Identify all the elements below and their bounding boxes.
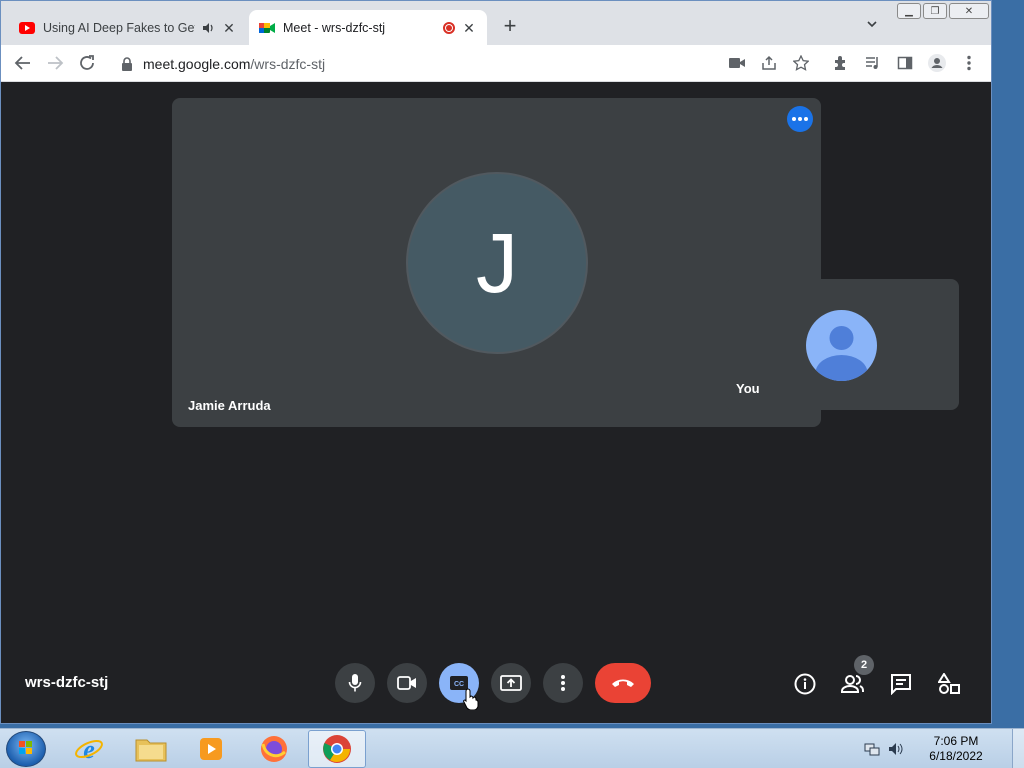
- browser-toolbar: meet.google.com/wrs-dzfc-stj: [1, 45, 991, 82]
- media-control-icon[interactable]: [864, 54, 882, 72]
- system-tray: 7:06 PM 6/18/2022: [864, 729, 1024, 768]
- camera-icon: [397, 676, 416, 690]
- minimize-button[interactable]: ▁: [897, 3, 921, 19]
- clock-time: 7:06 PM: [933, 734, 979, 748]
- side-panel-icon[interactable]: [896, 54, 914, 72]
- show-desktop-button[interactable]: [1012, 729, 1024, 768]
- google-meet-icon: [259, 20, 275, 36]
- menu-kebab-icon[interactable]: [960, 54, 978, 72]
- share-icon[interactable]: [760, 54, 778, 72]
- tab-meet[interactable]: Meet - wrs-dzfc-stj ✕: [249, 10, 487, 45]
- self-avatar-icon: [806, 310, 877, 381]
- svg-text:e: e: [83, 735, 95, 764]
- clock-date: 6/18/2022: [929, 749, 983, 763]
- start-button[interactable]: [6, 731, 46, 767]
- tab-title: Using AI Deep Fakes to Get F: [43, 20, 195, 35]
- url-path: /wrs-dzfc-stj: [250, 56, 326, 72]
- address-bar[interactable]: meet.google.com/wrs-dzfc-stj: [109, 50, 809, 78]
- microphone-icon: [348, 674, 362, 692]
- tab-title: Meet - wrs-dzfc-stj: [283, 20, 386, 35]
- tab-youtube[interactable]: Using AI Deep Fakes to Get F ✕: [9, 10, 247, 45]
- activities-button[interactable]: [936, 671, 962, 697]
- profile-icon[interactable]: [928, 54, 946, 72]
- more-vert-icon: [561, 675, 565, 691]
- participant-name: Jamie Arruda: [188, 398, 271, 413]
- camera-button[interactable]: [387, 663, 427, 703]
- chrome-icon[interactable]: [308, 730, 366, 768]
- forward-icon[interactable]: [45, 53, 65, 73]
- volume-icon[interactable]: [888, 741, 904, 757]
- info-icon: [794, 673, 816, 695]
- more-options-button[interactable]: [543, 663, 583, 703]
- tile-more-options-button[interactable]: [787, 106, 813, 132]
- url-host: meet.google.com: [143, 56, 251, 72]
- meeting-code: wrs-dzfc-stj: [25, 674, 109, 691]
- hangup-icon: [612, 679, 634, 687]
- participant-tile-self[interactable]: You: [725, 279, 959, 410]
- participant-avatar: J: [408, 174, 586, 352]
- media-player-icon[interactable]: [182, 730, 240, 768]
- present-icon: [500, 675, 522, 691]
- chat-icon: [891, 674, 911, 695]
- meeting-info-button[interactable]: [792, 671, 818, 697]
- recording-indicator-icon: [443, 21, 455, 34]
- network-icon[interactable]: [864, 741, 880, 757]
- taskbar: e 7:06 PM 6/18/2022: [0, 728, 1024, 768]
- reload-icon[interactable]: [77, 53, 97, 73]
- windows-logo-icon: [19, 741, 32, 754]
- close-tab-icon[interactable]: ✕: [461, 20, 477, 36]
- tab-strip: Using AI Deep Fakes to Get F ✕ Meet - wr…: [1, 1, 991, 45]
- present-button[interactable]: [491, 663, 531, 703]
- firefox-icon[interactable]: [245, 730, 303, 768]
- browser-window: Using AI Deep Fakes to Get F ✕ Meet - wr…: [0, 0, 992, 724]
- participant-tile-main[interactable]: J Jamie Arruda: [172, 98, 821, 427]
- back-icon[interactable]: [13, 53, 33, 73]
- window-close-button[interactable]: ✕: [949, 3, 989, 19]
- leave-call-button[interactable]: [595, 663, 651, 703]
- close-tab-icon[interactable]: ✕: [221, 20, 237, 36]
- self-name: You: [736, 381, 760, 396]
- bookmark-star-icon[interactable]: [792, 54, 810, 72]
- clock[interactable]: 7:06 PM 6/18/2022: [912, 734, 1000, 764]
- microphone-button[interactable]: [335, 663, 375, 703]
- mouse-pointer-icon: [463, 688, 479, 711]
- participant-count-badge: 2: [854, 655, 874, 675]
- speaker-icon[interactable]: [201, 21, 215, 35]
- extensions-icon[interactable]: [832, 54, 850, 72]
- meet-stage: J Jamie Arruda You wrs-dzfc-stj CC 2: [1, 82, 991, 723]
- tab-search-icon[interactable]: [865, 17, 883, 35]
- restore-button[interactable]: ❐: [923, 3, 947, 19]
- people-icon: [841, 675, 864, 693]
- window-controls: ▁ ❐ ✕: [897, 3, 989, 19]
- windows-explorer-icon[interactable]: [122, 730, 180, 768]
- chat-button[interactable]: [888, 671, 914, 697]
- youtube-icon: [19, 20, 35, 36]
- activities-icon: [938, 673, 960, 694]
- svg-text:CC: CC: [454, 681, 464, 688]
- internet-explorer-icon[interactable]: e: [60, 730, 118, 768]
- lock-icon[interactable]: [121, 57, 135, 71]
- new-tab-button[interactable]: +: [499, 15, 521, 37]
- camera-in-use-icon[interactable]: [728, 54, 746, 72]
